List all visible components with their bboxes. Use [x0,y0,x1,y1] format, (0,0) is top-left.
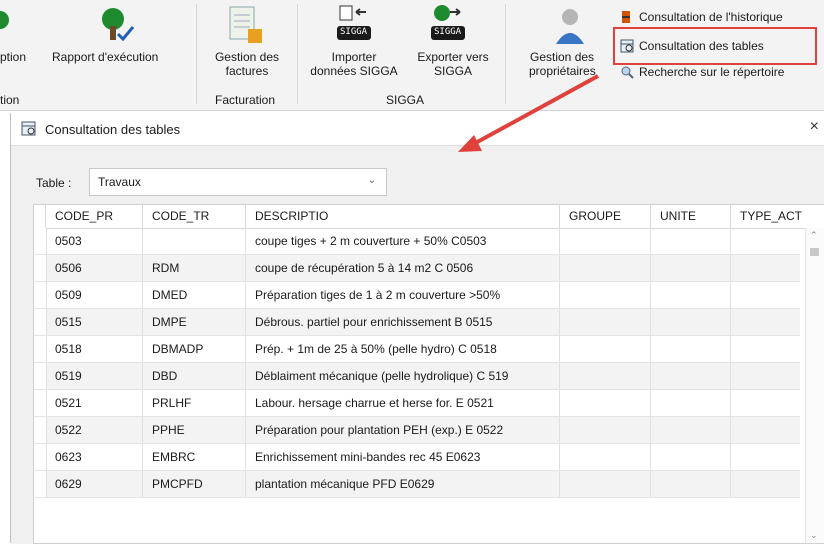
annotation-arrow-icon [458,74,599,152]
